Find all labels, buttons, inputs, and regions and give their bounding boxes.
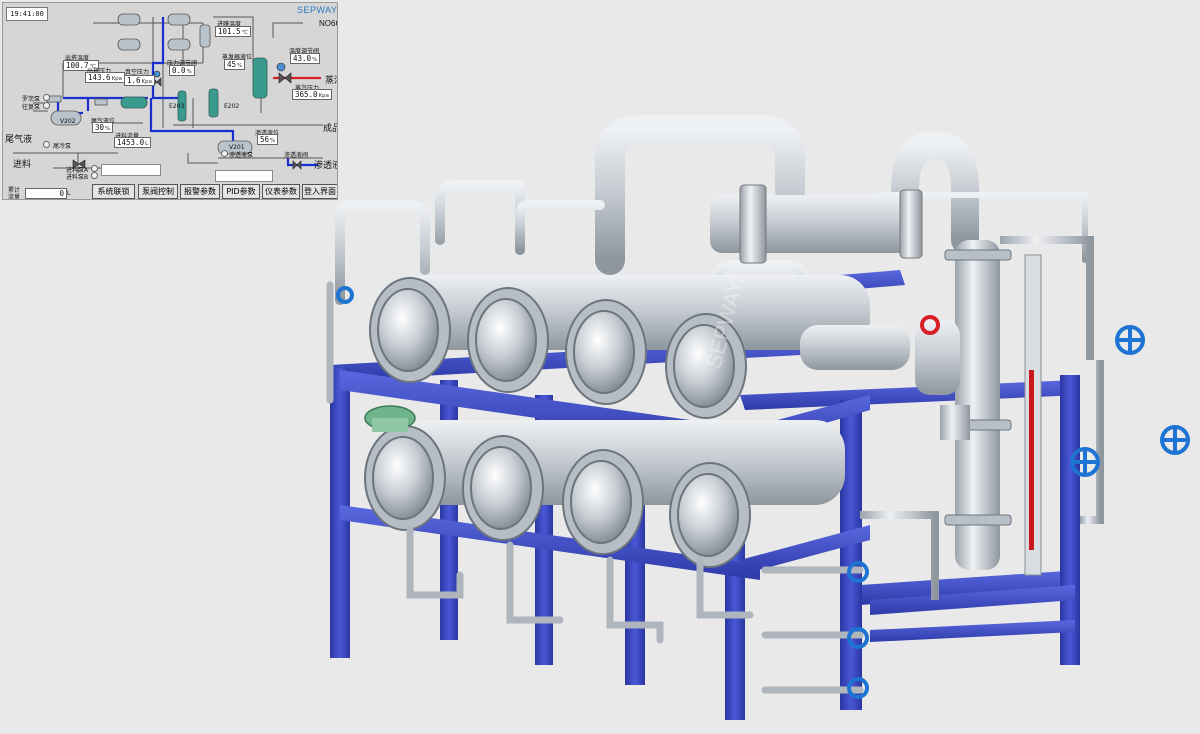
pneumatic-actuator [364,405,416,432]
level-gauge [1024,254,1042,576]
membrane-plant-illustration: SEPWAY [326,115,1190,720]
handwheel-valve-3 [1070,447,1100,477]
upper-heat-exchanger [710,184,923,264]
handwheel-valve-2 [1160,425,1190,455]
right-piping [860,236,1170,600]
handwheel-valve-1 [1115,325,1145,355]
evaporator-column [915,240,1012,570]
